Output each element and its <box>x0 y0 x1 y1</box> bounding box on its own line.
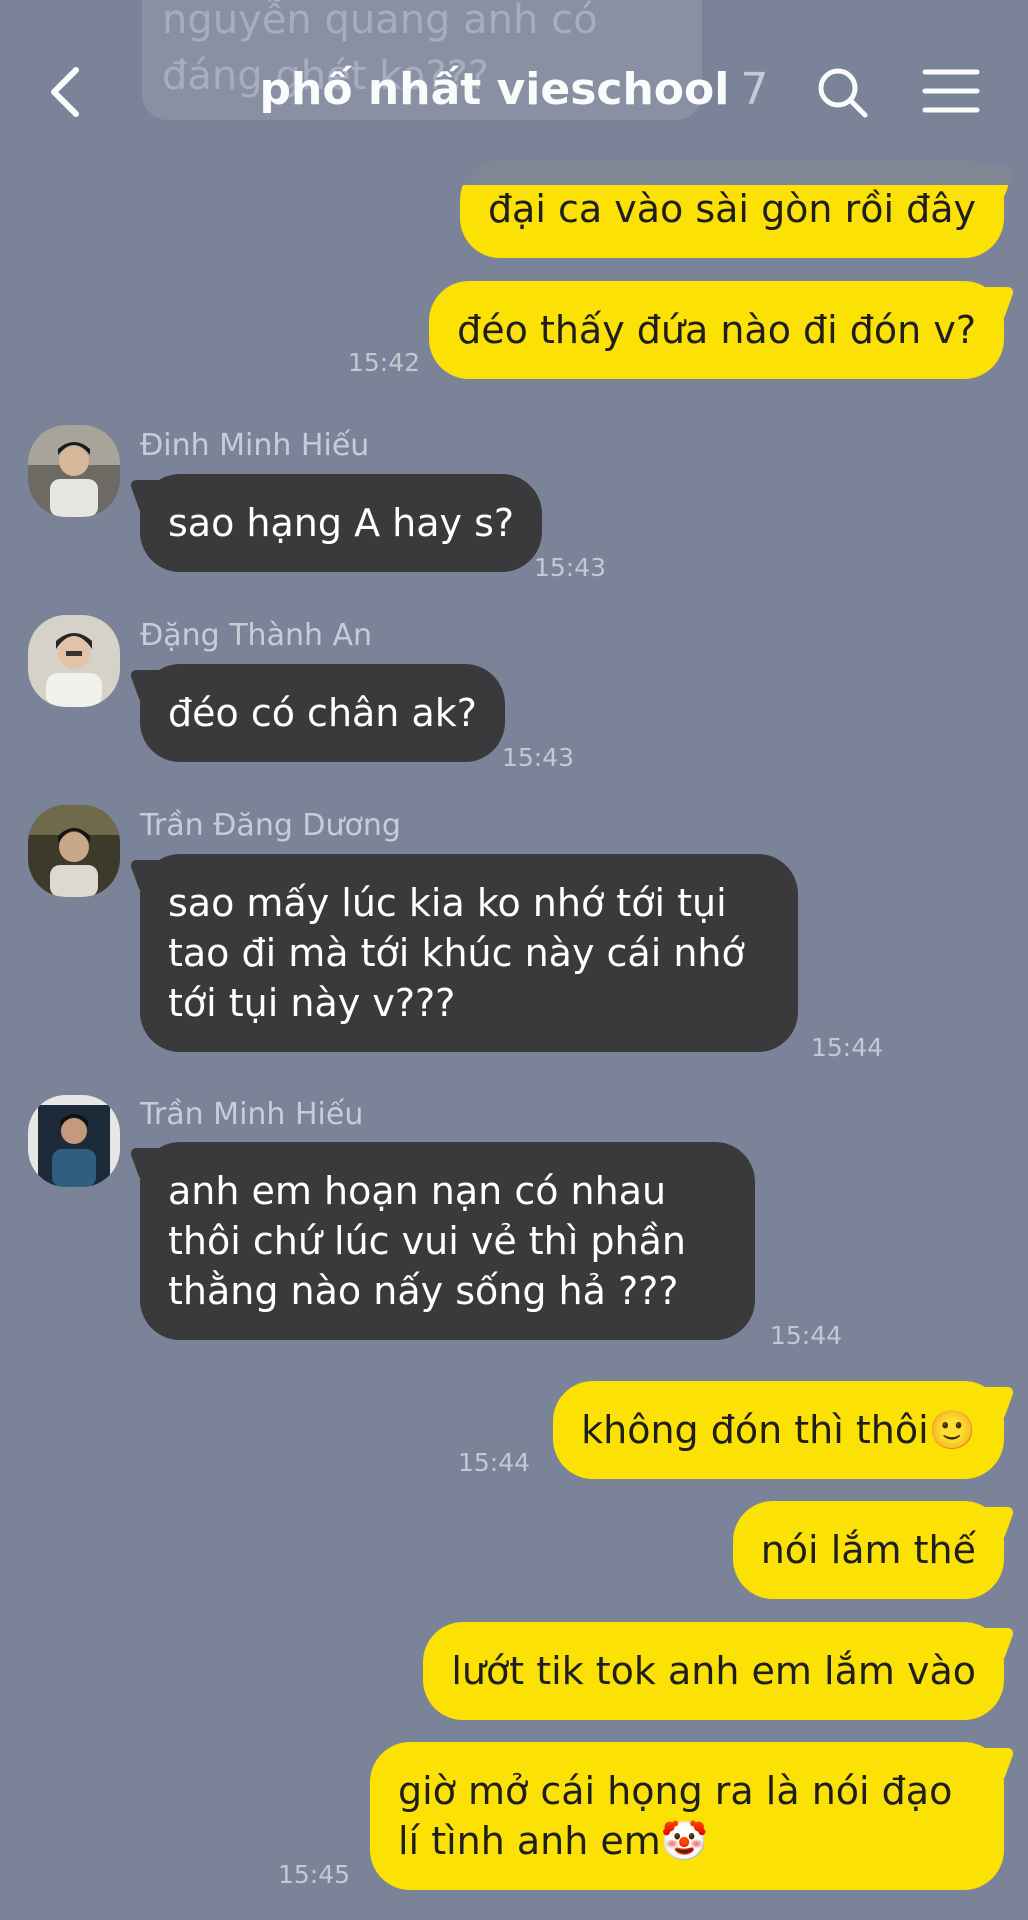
message-time: 15:45 <box>278 1860 351 1889</box>
message-time: 15:44 <box>458 1448 531 1477</box>
sender-name: Đinh Minh Hiếu <box>140 428 370 463</box>
hamburger-menu-icon <box>922 69 980 113</box>
menu-button[interactable] <box>922 66 980 116</box>
chat-title[interactable]: phố nhất vieschool <box>260 64 730 115</box>
avatar-tran-minh-hieu[interactable] <box>28 1095 120 1187</box>
message-time: 15:44 <box>770 1321 843 1350</box>
outgoing-message[interactable]: giờ mở cái họng ra là nói đạo lí tình an… <box>370 1742 1004 1890</box>
incoming-message[interactable]: đéo có chân ak? <box>140 664 505 762</box>
avatar-dang-thanh-an[interactable] <box>28 615 120 707</box>
chat-screen: đại ca vào sài gòn rồi đây 15:42 đéo thấ… <box>0 0 1028 1920</box>
outgoing-message[interactable]: không đón thì thôi🙂 <box>553 1381 1004 1479</box>
outgoing-message[interactable]: đéo thấy đứa nào đi đón v? <box>429 281 1004 379</box>
message-time: 15:43 <box>502 743 575 772</box>
message-time: 15:44 <box>811 1033 884 1062</box>
outgoing-message[interactable]: nói lắm thế <box>732 1501 1004 1599</box>
incoming-message[interactable]: sao mấy lúc kia ko nhớ tới tụi tao đi mà… <box>140 854 798 1052</box>
incoming-message[interactable]: sao hạng A hay s? <box>140 474 543 572</box>
search-icon <box>818 68 868 118</box>
incoming-message[interactable]: anh em hoạn nạn có nhau thôi chứ lúc vui… <box>140 1142 755 1340</box>
sender-name: Trần Đăng Dương <box>140 808 401 843</box>
chat-header: nguyễn quang anh có đáng ghét ko??? phố … <box>0 0 1028 185</box>
sender-name: Trần Minh Hiếu <box>140 1097 364 1132</box>
chat-title-area: phố nhất vieschool 7 <box>0 64 1028 115</box>
search-button[interactable] <box>814 64 870 120</box>
outgoing-message[interactable]: lướt tik tok anh em lắm vào <box>423 1622 1004 1720</box>
member-count: 7 <box>740 64 769 115</box>
avatar-tran-dang-duong[interactable] <box>28 805 120 897</box>
message-time: 15:42 <box>348 348 421 377</box>
sender-name: Đặng Thành An <box>140 618 373 653</box>
message-time: 15:43 <box>534 553 607 582</box>
avatar-dinh-minh-hieu[interactable] <box>28 425 120 517</box>
